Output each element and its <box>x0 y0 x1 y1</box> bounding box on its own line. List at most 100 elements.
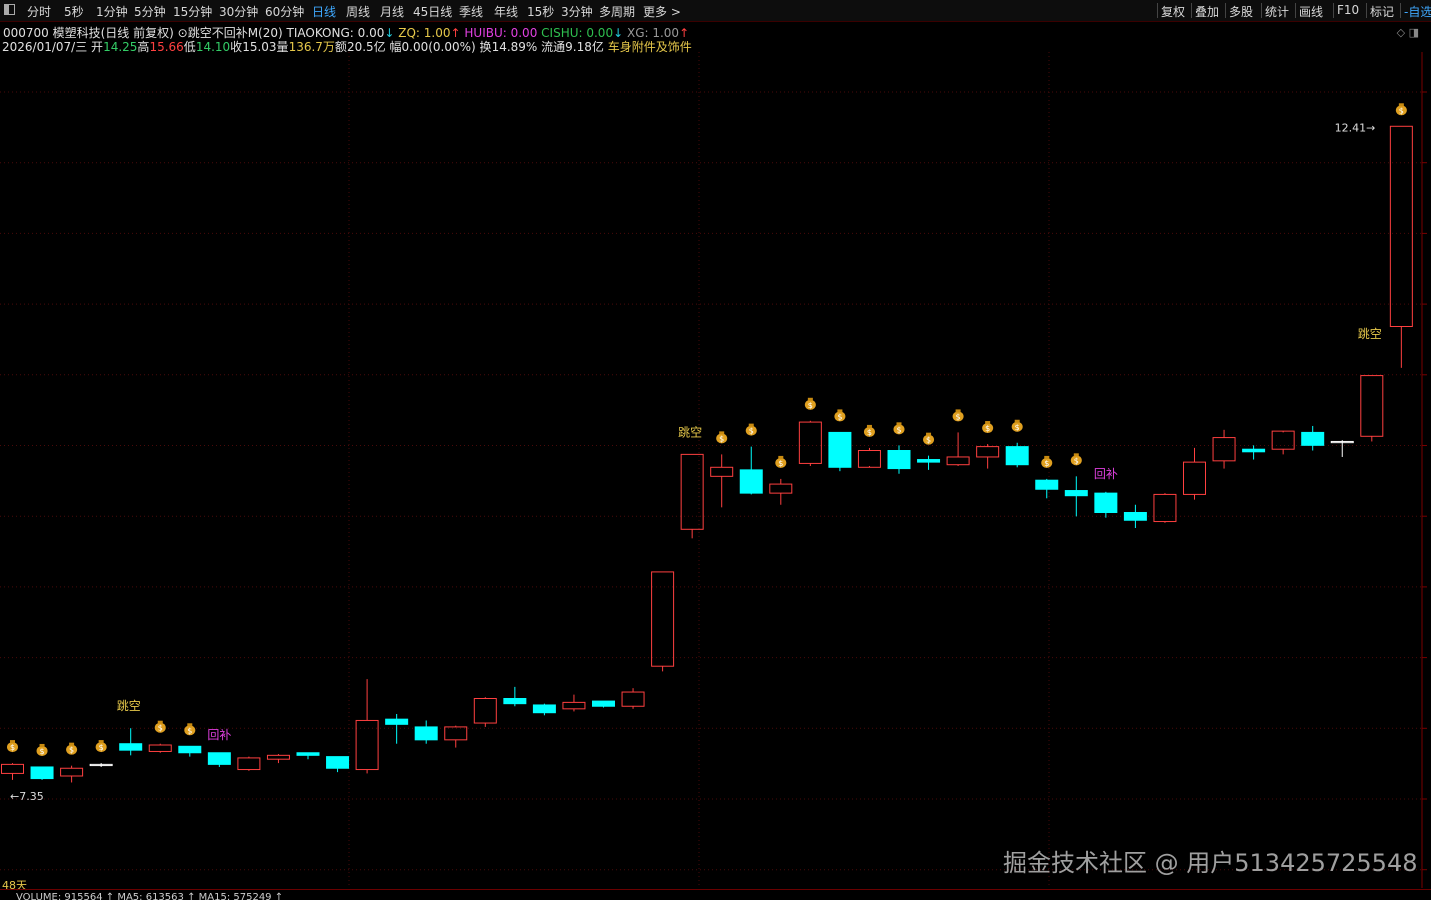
candle-up <box>769 483 793 494</box>
candle-up <box>148 744 172 752</box>
toolbar-right-item-3[interactable]: 统计 <box>1265 3 1289 20</box>
candle-down <box>1301 431 1325 446</box>
candle-up <box>1183 461 1206 495</box>
toolbar-separator <box>1366 3 1367 18</box>
money-bag-icon: $ <box>923 432 935 445</box>
candle-up <box>1271 430 1295 450</box>
period-tab-13[interactable]: 15秒 <box>527 3 554 20</box>
toolbar-right-item-4[interactable]: 画线 <box>1299 3 1323 20</box>
period-tab-4[interactable]: 15分钟 <box>173 3 212 20</box>
svg-text:$: $ <box>1399 106 1404 115</box>
toolbar-right-item-0[interactable]: 复权 <box>1161 3 1185 20</box>
candle-down <box>887 450 911 470</box>
money-bag-icon: $ <box>952 409 964 422</box>
candle-up <box>1389 125 1413 327</box>
candle-up <box>946 456 970 466</box>
period-tab-3[interactable]: 5分钟 <box>134 3 166 20</box>
period-tab-12[interactable]: 年线 <box>494 3 518 20</box>
svg-text:$: $ <box>719 434 724 443</box>
candle-down <box>414 726 438 741</box>
min-price-label: ←7.35 <box>10 790 44 803</box>
panel-toggle-icon[interactable]: ◨ <box>1409 26 1419 39</box>
money-bag-icon: $ <box>1011 419 1023 432</box>
money-bag-icon: $ <box>95 740 107 753</box>
period-tab-10[interactable]: 45日线 <box>413 3 452 20</box>
svg-text:$: $ <box>69 746 74 755</box>
window-icon[interactable] <box>4 4 15 15</box>
candle-up <box>1 763 24 774</box>
period-tab-8[interactable]: 周线 <box>346 3 370 20</box>
svg-text:$: $ <box>808 401 813 410</box>
toolbar-right-item-6[interactable]: 标记 <box>1370 3 1394 20</box>
candle-down <box>1094 492 1118 513</box>
period-tab-5[interactable]: 30分钟 <box>219 3 258 20</box>
candle-up <box>621 691 645 707</box>
svg-text:$: $ <box>896 425 901 434</box>
svg-text:$: $ <box>158 724 163 733</box>
candle-up <box>266 754 290 760</box>
candle-up <box>237 757 261 771</box>
watermark: 掘金技术社区 @ 用户513425725548 <box>1003 849 1418 877</box>
money-bag-icon: $ <box>1395 103 1407 116</box>
toolbar-separator <box>1191 3 1192 18</box>
max-price-label: 12.41→ <box>1335 121 1376 134</box>
candle-down <box>917 459 941 463</box>
candle-up <box>355 719 379 771</box>
money-bag-icon: $ <box>66 742 78 755</box>
candle-down <box>503 698 527 705</box>
svg-text:$: $ <box>749 427 754 436</box>
period-tab-7[interactable]: 日线 <box>312 3 336 20</box>
period-tab-15[interactable]: 多周期 <box>599 3 635 20</box>
money-bag-icon: $ <box>863 424 875 437</box>
fill-label: 回补 <box>1094 467 1118 481</box>
period-tab-14[interactable]: 3分钟 <box>561 3 593 20</box>
candle-up <box>798 421 822 464</box>
candle-up <box>473 698 497 724</box>
diamond-icon[interactable]: ◇ <box>1397 26 1405 39</box>
candle-up <box>680 453 704 530</box>
candle-up <box>562 701 586 710</box>
toolbar-right-item-1[interactable]: 叠加 <box>1195 3 1219 20</box>
toolbar-right-item-7[interactable]: -自选 <box>1404 3 1431 20</box>
svg-text:$: $ <box>1015 423 1020 432</box>
toolbar-separator <box>1333 3 1334 18</box>
toolbar-right-item-2[interactable]: 多股 <box>1229 3 1253 20</box>
svg-text:$: $ <box>1044 459 1049 468</box>
candle-up <box>1212 437 1236 462</box>
gap-label: 跳空 <box>678 425 702 439</box>
money-bag-icon: $ <box>982 421 994 434</box>
candle-down <box>828 431 852 468</box>
period-tab-11[interactable]: 季线 <box>459 3 483 20</box>
svg-text:$: $ <box>187 726 192 735</box>
candle-down <box>178 745 202 754</box>
period-tab-2[interactable]: 1分钟 <box>96 3 128 20</box>
candle-up <box>857 450 881 468</box>
candle-down <box>1064 490 1088 497</box>
candle-down <box>1005 446 1029 466</box>
candle-down <box>532 704 556 714</box>
candle-down <box>385 718 409 725</box>
svg-text:$: $ <box>956 412 961 421</box>
candlestick-chart[interactable]: $ $ $ $$ $$$$$$$ $$$$ $$ $$跳空跳空跳空回补回补12.41→←7.3… <box>0 52 1431 888</box>
chart-mode-icons: ◇ ◨ <box>1397 26 1419 39</box>
period-tab-9[interactable]: 月线 <box>380 3 404 20</box>
toolbar-separator <box>1400 3 1401 18</box>
svg-text:$: $ <box>867 428 872 437</box>
period-tab-6[interactable]: 60分钟 <box>265 3 304 20</box>
svg-text:$: $ <box>778 459 783 468</box>
money-bag-icon: $ <box>7 740 18 753</box>
money-bag-icon: $ <box>154 720 166 733</box>
toolbar-separator <box>1261 3 1262 18</box>
toolbar-separator <box>1225 3 1226 18</box>
period-tab-16[interactable]: 更多 > <box>643 3 681 20</box>
period-tab-1[interactable]: 5秒 <box>64 3 84 20</box>
toolbar-right-item-5[interactable]: F10 <box>1337 3 1359 17</box>
gap-label: 跳空 <box>117 699 141 713</box>
period-toolbar: 分时 5秒 1分钟 5分钟 15分钟 30分钟 60分钟 日线 周线 月线 45日线 季线 年线 15秒 3… <box>0 0 1431 22</box>
candle-up <box>976 446 1000 458</box>
volume-indicator-bar: VOLUME: 915564 ↑ MA5: 613563 ↑ MA15: 575… <box>0 889 1431 900</box>
money-bag-icon: $ <box>834 409 846 422</box>
fill-label: 回补 <box>207 728 231 742</box>
candle-down <box>1242 448 1266 453</box>
period-tab-0[interactable]: 分时 <box>27 3 51 20</box>
